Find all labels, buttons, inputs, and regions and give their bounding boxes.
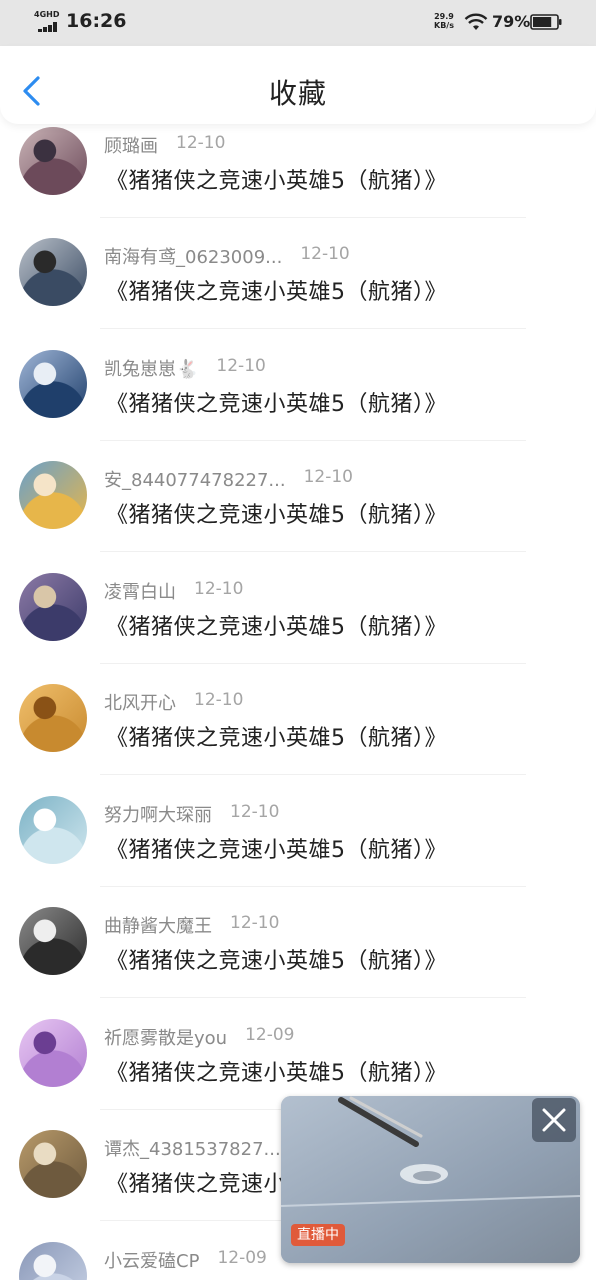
item-date: 12-10: [230, 913, 280, 933]
list-item[interactable]: 南海有鸢_0623009... 12-10 《猪猪侠之竞速小英雄5（航猪）》: [0, 223, 596, 334]
item-date: 12-10: [176, 133, 226, 153]
close-video-button[interactable]: [532, 1098, 576, 1142]
clock: 16:26: [66, 10, 127, 32]
item-date: 12-10: [300, 244, 350, 264]
list-item[interactable]: 努力啊大琛丽 12-10 《猪猪侠之竞速小英雄5（航猪）》: [0, 781, 596, 892]
user-name[interactable]: 安_844077478227...: [104, 466, 286, 492]
avatar[interactable]: [19, 684, 87, 752]
page-title: 收藏: [268, 77, 327, 110]
battery-icon: [530, 14, 562, 30]
list-item[interactable]: 安_844077478227... 12-10 《猪猪侠之竞速小英雄5（航猪）》: [0, 446, 596, 557]
favorites-screen: 4GHD 16:26 29.9 KB/s 79% 收藏 顾璐画 12-10 《猪猪侠: [0, 0, 596, 1280]
divider: [100, 886, 526, 887]
avatar[interactable]: [19, 350, 87, 418]
avatar[interactable]: [19, 796, 87, 864]
item-title[interactable]: 《猪猪侠之竞速小英雄5（航猪）》: [106, 163, 447, 195]
divider: [100, 551, 526, 552]
user-name[interactable]: 祈愿雾散是you: [104, 1024, 227, 1050]
header-bar: 收藏: [0, 46, 596, 124]
avatar[interactable]: [19, 1019, 87, 1087]
avatar[interactable]: [19, 238, 87, 306]
user-name[interactable]: 谭杰_4381537827...: [104, 1135, 281, 1161]
avatar[interactable]: [19, 1242, 87, 1280]
avatar[interactable]: [19, 1130, 87, 1198]
network-type: 4GHD: [34, 10, 60, 19]
avatar[interactable]: [19, 127, 87, 195]
avatar[interactable]: [19, 573, 87, 641]
user-name[interactable]: 北风开心: [104, 689, 176, 715]
item-title[interactable]: 《猪猪侠之竞速小英雄5（航猪）》: [106, 609, 447, 641]
list-item[interactable]: 顾璐画 12-10 《猪猪侠之竞速小英雄5（航猪）》: [0, 112, 596, 223]
item-title[interactable]: 《猪猪侠之竞速小英雄5（航猪）》: [106, 274, 447, 306]
list-item[interactable]: 曲静酱大魔王 12-10 《猪猪侠之竞速小英雄5（航猪）》: [0, 892, 596, 1003]
cellular-signal-icon: 4GHD: [34, 10, 62, 32]
item-date: 12-10: [216, 356, 266, 376]
item-title[interactable]: 《猪猪侠之竞速小英雄5（航猪）》: [106, 386, 447, 418]
item-date: 12-10: [194, 579, 244, 599]
item-title[interactable]: 《猪猪侠之竞速小英雄5（航猪）》: [106, 943, 447, 975]
item-title[interactable]: 《猪猪侠之竞速小英雄5（航猪）》: [106, 1055, 447, 1087]
close-icon: [542, 1108, 566, 1132]
live-badge: 直播中: [291, 1224, 345, 1246]
item-date: 12-09: [245, 1025, 295, 1045]
user-name[interactable]: 凌霄白山: [104, 578, 176, 604]
user-name[interactable]: 小云爱磕CP: [104, 1247, 199, 1273]
avatar[interactable]: [19, 461, 87, 529]
avatar[interactable]: [19, 907, 87, 975]
user-name[interactable]: 南海有鸢_0623009...: [104, 243, 282, 269]
item-title[interactable]: 《猪猪侠之竞速小英雄5（航猪）》: [106, 720, 447, 752]
divider: [100, 774, 526, 775]
user-name[interactable]: 凯兔崽崽🐇: [104, 355, 198, 381]
divider: [100, 440, 526, 441]
list-item[interactable]: 北风开心 12-10 《猪猪侠之竞速小英雄5（航猪）》: [0, 669, 596, 780]
battery-percent: 79%: [492, 12, 531, 31]
item-date: 12-10: [303, 467, 353, 487]
item-date: 12-10: [230, 802, 280, 822]
divider: [100, 328, 526, 329]
user-name[interactable]: 顾璐画: [104, 132, 158, 158]
item-date: 12-10: [194, 690, 244, 710]
floating-live-video[interactable]: 直播中: [281, 1096, 580, 1263]
divider: [100, 663, 526, 664]
divider: [100, 997, 526, 998]
status-bar: 4GHD 16:26 29.9 KB/s 79%: [0, 0, 596, 46]
network-speed: 29.9 KB/s: [434, 12, 454, 30]
item-date: 12-09: [217, 1248, 267, 1268]
user-name[interactable]: 曲静酱大魔王: [104, 912, 212, 938]
list-item[interactable]: 凌霄白山 12-10 《猪猪侠之竞速小英雄5（航猪）》: [0, 558, 596, 669]
user-name[interactable]: 努力啊大琛丽: [104, 801, 212, 827]
item-title[interactable]: 《猪猪侠之竞速小英雄5（航猪）》: [106, 497, 447, 529]
divider: [100, 217, 526, 218]
wifi-icon: [464, 13, 488, 30]
item-title[interactable]: 《猪猪侠之竞速小英雄5（航猪）》: [106, 832, 447, 864]
list-item[interactable]: 凯兔崽崽🐇 12-10 《猪猪侠之竞速小英雄5（航猪）》: [0, 335, 596, 446]
